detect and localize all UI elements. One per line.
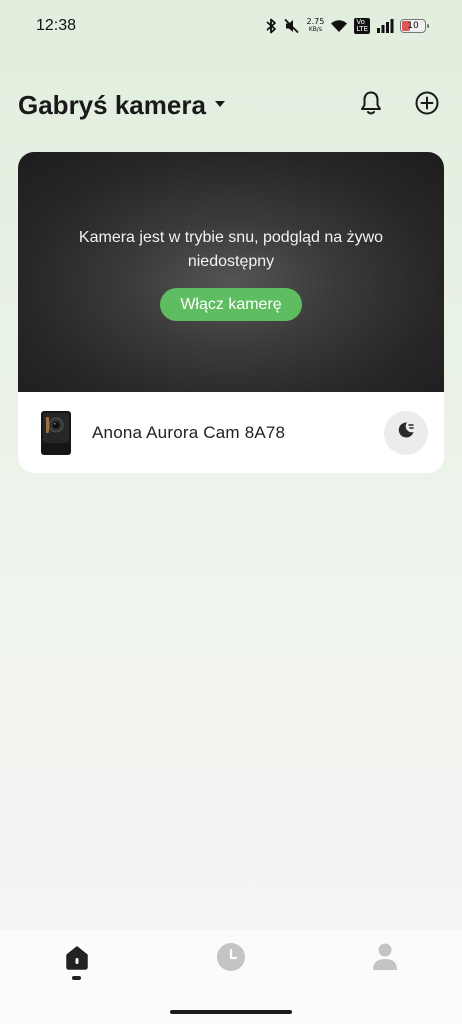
wake-camera-button[interactable]: Włącz kamerę: [160, 288, 302, 321]
network-speed-unit: KB/s: [308, 26, 323, 33]
mute-icon: [283, 18, 301, 34]
battery-icon: 10: [400, 19, 429, 33]
camera-device-icon: [40, 410, 72, 456]
network-speed: 2.75 KB/s: [307, 18, 325, 34]
bluetooth-icon: [265, 18, 277, 34]
network-speed-value: 2.75: [306, 17, 325, 26]
camera-preview[interactable]: Kamera jest w trybie snu, podgląd na żyw…: [18, 152, 444, 392]
clock-icon: [216, 942, 246, 977]
home-icon: [63, 943, 91, 976]
volte-badge: Vo LTE: [354, 18, 370, 34]
home-indicator: [170, 1010, 292, 1014]
volte-line2: LTE: [356, 25, 368, 33]
device-name: Anona Aurora Cam 8A78: [92, 422, 286, 442]
status-time: 12:38: [36, 17, 77, 34]
camera-card: Kamera jest w trybie snu, podgląd na żyw…: [18, 152, 444, 473]
header-actions: [358, 90, 444, 121]
notifications-button[interactable]: [358, 90, 384, 121]
device-row[interactable]: Anona Aurora Cam 8A78: [18, 392, 444, 473]
status-icons: 2.75 KB/s Vo LTE 10: [265, 18, 429, 34]
sleep-mode-button[interactable]: [384, 410, 428, 455]
nav-history[interactable]: [216, 942, 246, 977]
bell-icon: [359, 90, 383, 121]
header: Gabryś kamera: [18, 82, 444, 128]
add-circle-icon: [414, 90, 440, 121]
status-bar: 12:38 2.75 KB/s Vo LTE 10: [0, 0, 462, 52]
user-icon: [371, 942, 399, 977]
nav-profile[interactable]: [370, 942, 400, 977]
nav-active-indicator: [72, 976, 81, 980]
nav-home[interactable]: [62, 944, 92, 974]
caret-down-icon: [214, 96, 226, 114]
moon-icon: [396, 420, 416, 445]
home-selector[interactable]: Gabryś kamera: [18, 90, 226, 121]
wifi-icon: [330, 19, 348, 33]
bottom-nav: [0, 930, 462, 1024]
add-device-button[interactable]: [414, 90, 440, 121]
sleep-message: Kamera jest w trybie snu, podgląd na żyw…: [78, 229, 384, 270]
page-title: Gabryś kamera: [18, 89, 206, 120]
battery-level: 10: [407, 21, 419, 31]
signal-icon: [376, 19, 394, 33]
